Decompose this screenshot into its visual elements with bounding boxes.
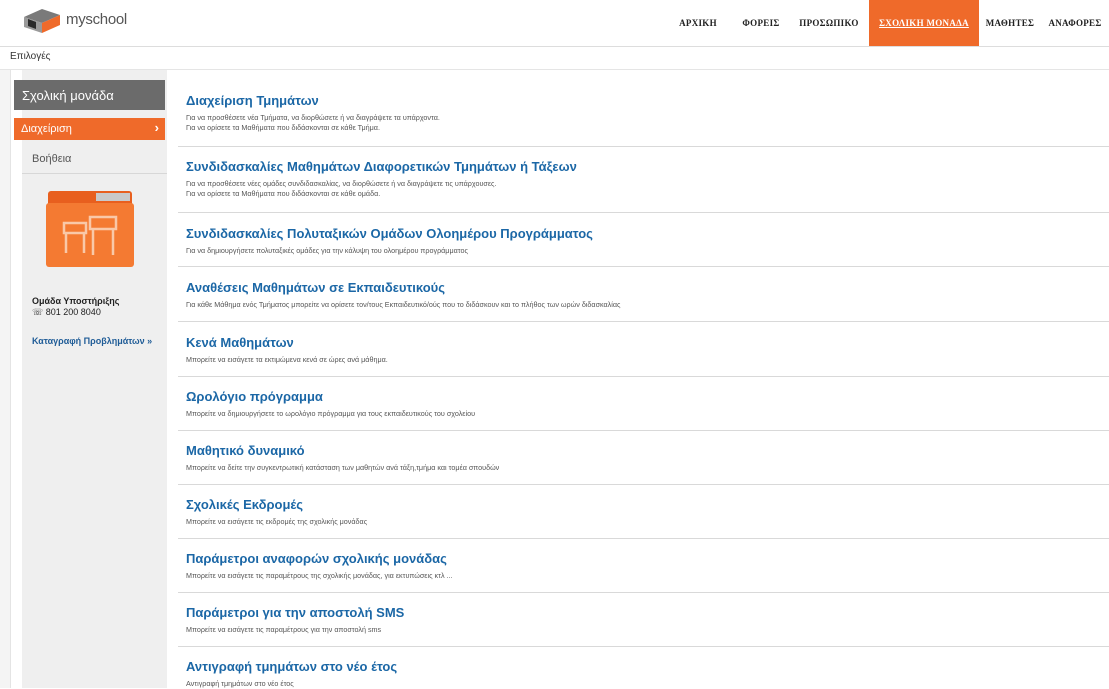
entry-title[interactable]: Διαχείριση Τμημάτων <box>186 93 1109 108</box>
nav-home[interactable]: ΑΡΧΙΚΗ <box>663 0 733 46</box>
support-title: Ομάδα Υποστήριξης <box>32 296 120 306</box>
entry-divider <box>178 266 1109 267</box>
entry-desc: Μπορείτε να δημιουργήσετε το ωρολόγιο πρ… <box>186 409 476 418</box>
nav-school-unit[interactable]: ΣΧΟΛΙΚΗ ΜΟΝΑΔΑ <box>869 0 979 52</box>
sidebar-item-help[interactable]: Βοήθεια <box>32 153 71 165</box>
entry-co-teaching: Συνδιδασκαλίες Μαθημάτων Διαφορετικών Τμ… <box>186 159 1109 199</box>
entry-title[interactable]: Συνδιδασκαλίες Πολυταξικών Ομάδων Ολοημέ… <box>186 226 1109 241</box>
entry-desc: Για να προσθέσετε νέες ομάδες συνδιδασκα… <box>186 179 497 188</box>
left-edge-strip <box>0 70 11 688</box>
entry-desc: Για να προσθέσετε νέα Τμήματα, να διορθώ… <box>186 113 440 122</box>
report-problems-link[interactable]: Καταγραφή Προβλημάτων » <box>32 336 152 346</box>
nav-staff[interactable]: ΠΡΟΣΩΠΙΚΟ <box>789 0 869 46</box>
entry-course-gaps: Κενά Μαθημάτων Μπορείτε να εισάγετε τα ε… <box>186 335 1109 365</box>
entry-desc: Για να ορίσετε τα Μαθήματα που διδάσκοντ… <box>186 189 381 198</box>
school-desk-folder-icon <box>46 191 134 267</box>
entry-divider <box>178 592 1109 593</box>
nav-reports[interactable]: ΑΝΑΦΟΡΕΣ <box>1041 0 1109 46</box>
main-nav: ΑΡΧΙΚΗ ΦΟΡΕΙΣ ΠΡΟΣΩΠΙΚΟ ΣΧΟΛΙΚΗ ΜΟΝΑΔΑ Μ… <box>663 0 1109 52</box>
entry-sms-parameters: Παράμετροι για την αποστολή SMS Μπορείτε… <box>186 605 1109 635</box>
entry-divider <box>178 376 1109 377</box>
entry-title[interactable]: Παράμετροι για την αποστολή SMS <box>186 605 1109 620</box>
entry-report-parameters: Παράμετροι αναφορών σχολικής μονάδας Μπο… <box>186 551 1109 581</box>
entry-divider <box>178 646 1109 647</box>
entry-title[interactable]: Ωρολόγιο πρόγραμμα <box>186 389 1109 404</box>
sidebar-divider <box>22 173 167 174</box>
entry-desc: Μπορείτε να εισάγετε τις παραμέτρους για… <box>186 625 382 634</box>
entry-desc: Μπορείτε να δείτε την συγκεντρωτική κατά… <box>186 463 500 472</box>
sidebar-title: Σχολική μονάδα <box>14 80 165 110</box>
nav-students[interactable]: ΜΑΘΗΤΕΣ <box>979 0 1041 46</box>
sidebar-item-manage[interactable]: Διαχείριση › <box>14 118 165 140</box>
entry-copy-classes: Αντιγραφή τμημάτων στο νέο έτος Αντιγραφ… <box>186 659 1109 689</box>
entry-manage-classes: Διαχείριση Τμημάτων Για να προσθέσετε νέ… <box>186 93 1109 133</box>
sidebar-item-label: Διαχείριση <box>21 123 72 135</box>
logo-text: myschool <box>66 10 127 28</box>
entry-divider <box>178 212 1109 213</box>
entry-divider <box>178 146 1109 147</box>
entry-desc: Μπορείτε να εισάγετε τις εκδρομές της σχ… <box>186 517 368 526</box>
entry-title[interactable]: Συνδιδασκαλίες Μαθημάτων Διαφορετικών Τμ… <box>186 159 1109 174</box>
entry-divider <box>178 538 1109 539</box>
entry-title[interactable]: Μαθητικό δυναμικό <box>186 443 1109 458</box>
phone-icon: ☏ <box>32 307 46 317</box>
support-phone-number: 801 200 8040 <box>45 307 101 317</box>
entry-divider <box>178 430 1109 431</box>
options-bar: Επιλογές <box>0 46 1109 70</box>
entry-title[interactable]: Αντιγραφή τμημάτων στο νέο έτος <box>186 659 1109 674</box>
entry-divider <box>178 484 1109 485</box>
myschool-logo-icon <box>24 9 60 33</box>
top-bar: myschool ΑΡΧΙΚΗ ΦΟΡΕΙΣ ΠΡΟΣΩΠΙΚΟ ΣΧΟΛΙΚΗ… <box>0 0 1109 52</box>
options-label[interactable]: Επιλογές <box>10 51 50 62</box>
entry-title[interactable]: Σχολικές Εκδρομές <box>186 497 1109 512</box>
chevron-right-icon: › <box>154 120 159 135</box>
logo[interactable]: myschool <box>22 4 127 34</box>
support-phone: ☏ 801 200 8040 <box>32 307 101 318</box>
entry-divider <box>178 321 1109 322</box>
entry-school-trips: Σχολικές Εκδρομές Μπορείτε να εισάγετε τ… <box>186 497 1109 527</box>
entry-desc: Για να ορίσετε τα Μαθήματα που διδάσκοντ… <box>186 123 380 132</box>
entry-title[interactable]: Κενά Μαθημάτων <box>186 335 1109 350</box>
entry-desc: Για κάθε Μάθημα ενός Τμήματος μπορείτε ν… <box>186 300 621 309</box>
entry-title[interactable]: Παράμετροι αναφορών σχολικής μονάδας <box>186 551 1109 566</box>
entry-teacher-assignments: Αναθέσεις Μαθημάτων σε Εκπαιδευτικούς Γι… <box>186 280 1109 310</box>
entry-desc: Για να δημιουργήσετε πολυταξικές ομάδες … <box>186 246 468 255</box>
entry-multiclass-groups: Συνδιδασκαλίες Πολυταξικών Ομάδων Ολοημέ… <box>186 226 1109 256</box>
nav-bodies[interactable]: ΦΟΡΕΙΣ <box>733 0 789 46</box>
entry-title[interactable]: Αναθέσεις Μαθημάτων σε Εκπαιδευτικούς <box>186 280 1109 295</box>
entry-desc: Μπορείτε να εισάγετε τις παραμέτρους της… <box>186 571 453 580</box>
entry-desc: Μπορείτε να εισάγετε τα εκτιμώμενα κενά … <box>186 355 388 364</box>
entry-timetable: Ωρολόγιο πρόγραμμα Μπορείτε να δημιουργή… <box>186 389 1109 419</box>
entry-student-capacity: Μαθητικό δυναμικό Μπορείτε να δείτε την … <box>186 443 1109 473</box>
